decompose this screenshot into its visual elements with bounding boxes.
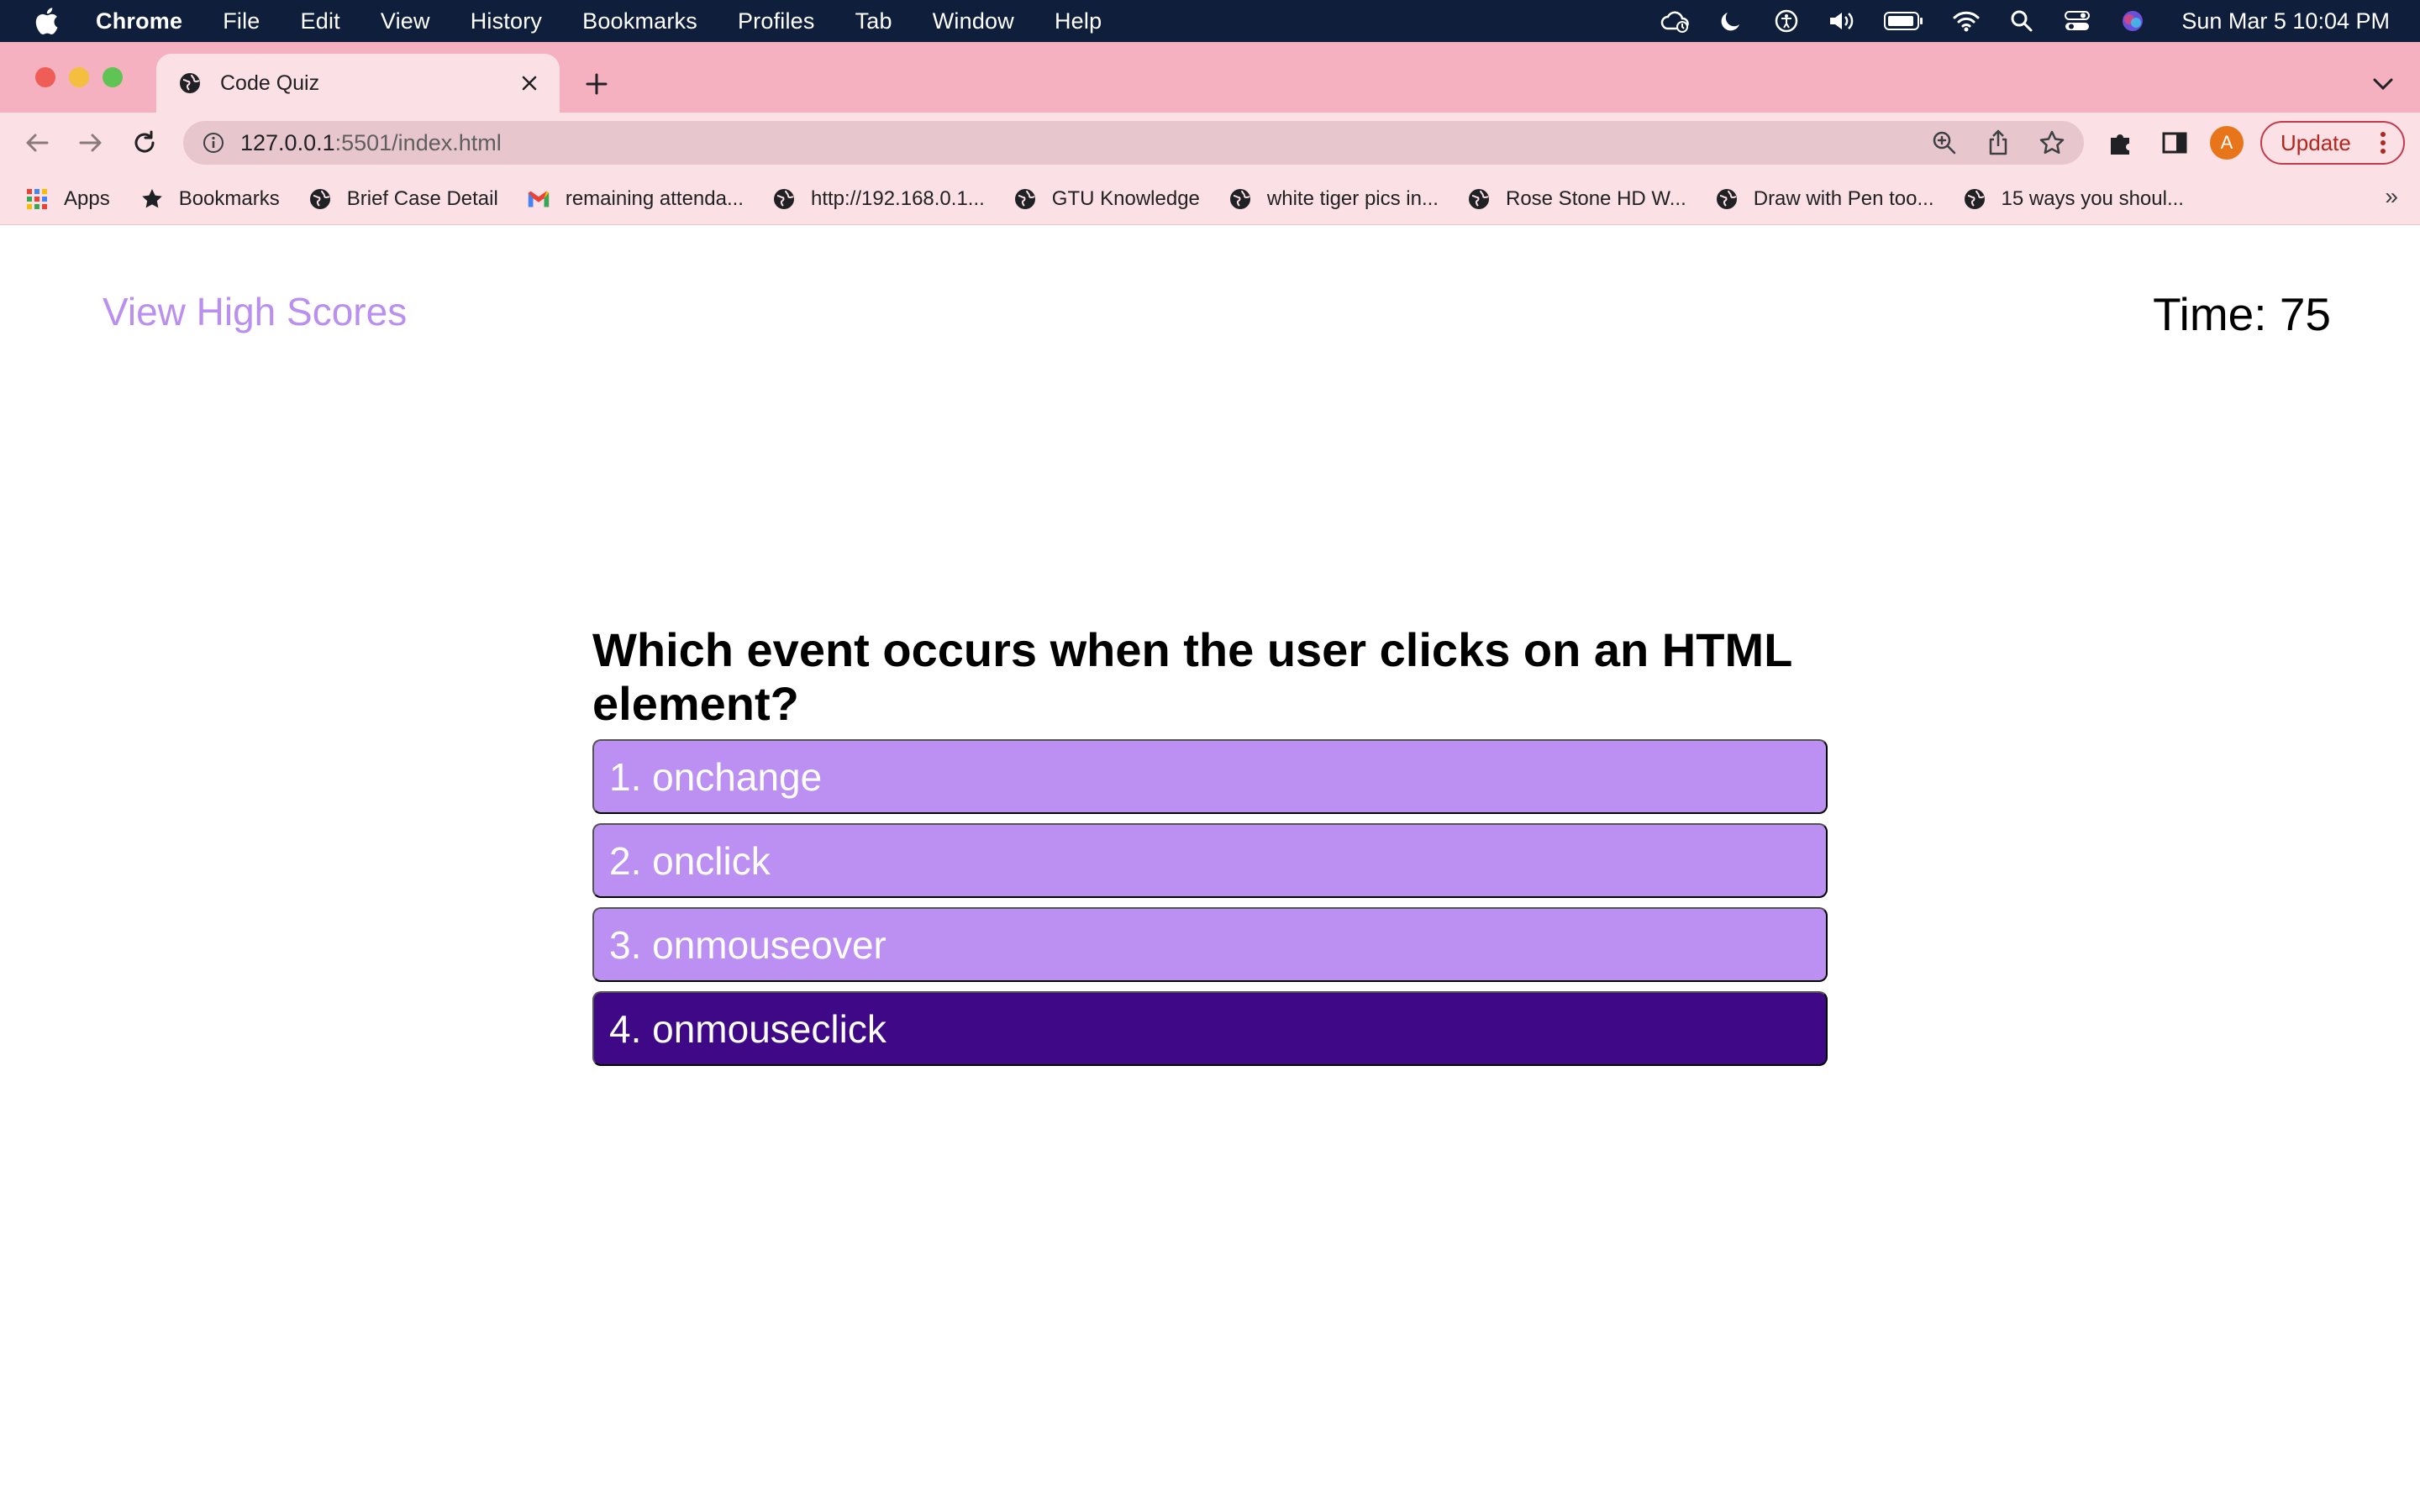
star-icon — [140, 187, 164, 211]
bookmark-bookmarks[interactable]: Bookmarks — [140, 187, 280, 211]
globe-icon — [176, 70, 203, 97]
apple-menu-icon[interactable] — [24, 8, 71, 34]
globe-icon — [1228, 187, 1252, 211]
bookmark-label: white tiger pics in... — [1266, 186, 1439, 210]
quiz-timer: Time: 75 — [2153, 288, 2331, 340]
answer-button[interactable]: 4. onmouseclick — [592, 991, 1828, 1066]
url-path: :5501/index.html — [334, 129, 502, 155]
tab-title: Code Quiz — [220, 71, 320, 95]
bookmark-label: Brief Case Detail — [346, 186, 498, 210]
moon-icon[interactable] — [1716, 6, 1746, 36]
answer-button[interactable]: 2. onclick — [592, 823, 1828, 898]
back-arrow-icon[interactable] — [20, 126, 54, 160]
globe-icon — [1467, 187, 1491, 211]
bookmark-label: 15 ways you shoul... — [2001, 186, 2184, 210]
bookmark-label: http://192.168.0.1... — [810, 186, 985, 210]
bookmark-label: Draw with Pen too... — [1753, 186, 1934, 210]
zoom-magnifier-icon[interactable] — [1929, 128, 1960, 158]
siri-icon[interactable] — [2118, 6, 2148, 36]
bookmark-label: remaining attenda... — [565, 186, 744, 210]
accessibility-icon[interactable] — [1771, 6, 1802, 36]
bookmark-gtu-knowledge[interactable]: GTU Knowledge — [1013, 187, 1200, 211]
globe-icon — [772, 187, 796, 211]
bookmark-star-icon[interactable] — [2037, 128, 2067, 158]
close-tab-icon[interactable] — [514, 68, 544, 98]
globe-icon — [1013, 187, 1037, 211]
menu-view[interactable]: View — [381, 8, 430, 34]
view-high-scores-link[interactable]: View High Scores — [103, 289, 407, 334]
quiz-card: Which event occurs when the user clicks … — [592, 623, 1828, 1066]
bookmark-draw-with-pen[interactable]: Draw with Pen too... — [1715, 187, 1934, 211]
bookmark-label: Apps — [64, 186, 110, 210]
globe-icon — [1715, 187, 1739, 211]
menubar-clock[interactable]: Sun Mar 5 10:04 PM — [2181, 8, 2390, 34]
new-tab-plus-icon[interactable] — [580, 67, 613, 101]
spotlight-search-icon[interactable] — [2007, 6, 2037, 36]
menu-history[interactable]: History — [471, 8, 542, 34]
answer-list: 1. onchange 2. onclick 3. onmouseover 4.… — [592, 739, 1828, 1066]
macos-menu-bar: Chrome File Edit View History Bookmarks … — [0, 0, 2420, 42]
bookmark-label: Bookmarks — [178, 186, 280, 210]
globe-icon — [308, 187, 332, 211]
bookmark-brief-case-detail[interactable]: Brief Case Detail — [308, 187, 498, 211]
menu-window[interactable]: Window — [933, 8, 1014, 34]
bookmark-label: GTU Knowledge — [1051, 186, 1200, 210]
globe-icon — [1963, 187, 1986, 211]
bookmark-rose-stone[interactable]: Rose Stone HD W... — [1467, 187, 1686, 211]
menu-bookmarks[interactable]: Bookmarks — [582, 8, 697, 34]
menu-app-name[interactable]: Chrome — [96, 8, 182, 34]
menu-file[interactable]: File — [223, 8, 260, 34]
volume-icon[interactable] — [1827, 6, 1857, 36]
update-button[interactable]: Update — [2260, 121, 2405, 165]
question-text: Which event occurs when the user clicks … — [592, 623, 1792, 730]
browser-tab-active[interactable]: Code Quiz — [156, 54, 560, 113]
url-host: 127.0.0.1 — [240, 129, 335, 155]
side-panel-icon[interactable] — [2158, 126, 2191, 160]
answer-button[interactable]: 3. onmouseover — [592, 907, 1828, 982]
menu-edit[interactable]: Edit — [301, 8, 340, 34]
wifi-icon[interactable] — [1951, 6, 1981, 36]
gmail-icon — [527, 187, 550, 211]
battery-icon[interactable] — [1882, 6, 1926, 36]
extensions-puzzle-icon[interactable] — [2104, 126, 2138, 160]
bookmark-router-ip[interactable]: http://192.168.0.1... — [772, 187, 985, 211]
profile-avatar[interactable]: A — [2210, 126, 2244, 160]
menu-tab[interactable]: Tab — [855, 8, 892, 34]
page-content: View High Scores Time: 75 Which event oc… — [0, 225, 2420, 1512]
apps-grid-icon — [25, 187, 49, 211]
window-zoom-button[interactable] — [103, 67, 123, 87]
tab-search-chevron-down-icon[interactable] — [2368, 69, 2398, 99]
url-text[interactable]: 127.0.0.1:5501/index.html — [240, 130, 502, 156]
bookmarks-overflow-chevron-icon[interactable]: » — [2385, 183, 2398, 210]
menu-help[interactable]: Help — [1055, 8, 1102, 34]
reload-icon[interactable] — [128, 126, 161, 160]
bookmark-remaining-attendance[interactable]: remaining attenda... — [527, 187, 744, 211]
menu-profiles[interactable]: Profiles — [738, 8, 815, 34]
cloud-sync-icon[interactable] — [1660, 6, 1691, 36]
address-bar[interactable]: 127.0.0.1:5501/index.html — [183, 121, 2084, 165]
share-icon[interactable] — [1983, 128, 2013, 158]
answer-button[interactable]: 1. onchange — [592, 739, 1828, 814]
site-info-icon[interactable] — [200, 129, 227, 156]
window-minimize-button[interactable] — [69, 67, 89, 87]
bookmark-apps[interactable]: Apps — [25, 187, 110, 211]
bookmarks-bar: Apps Bookmarks Brief Case Detail remaini… — [0, 173, 2420, 225]
update-button-label: Update — [2281, 129, 2351, 155]
window-close-button[interactable] — [35, 67, 55, 87]
bookmark-white-tiger-pics[interactable]: white tiger pics in... — [1228, 187, 1439, 211]
bookmark-label: Rose Stone HD W... — [1505, 186, 1686, 210]
control-center-icon[interactable] — [2062, 6, 2092, 36]
more-vertical-dots-icon[interactable] — [2375, 130, 2391, 155]
bookmark-15-ways[interactable]: 15 ways you shoul... — [1963, 187, 2184, 211]
forward-arrow-icon[interactable] — [74, 126, 108, 160]
